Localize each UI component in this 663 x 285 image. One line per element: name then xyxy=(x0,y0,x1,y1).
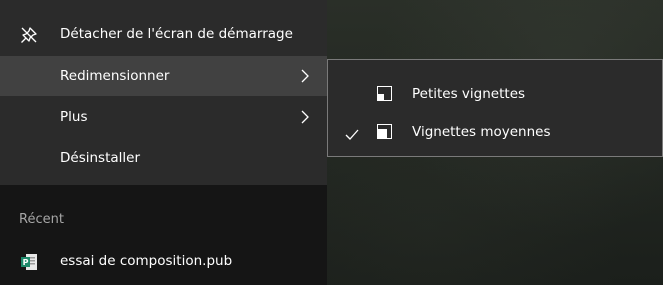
recent-file-name: essai de composition.pub xyxy=(60,253,233,269)
submenu-item-label: Petites vignettes xyxy=(412,86,526,102)
checkmark-icon xyxy=(345,126,359,140)
menu-item-more[interactable]: Plus xyxy=(0,97,327,137)
small-tile-icon xyxy=(377,86,392,101)
chevron-right-icon xyxy=(300,109,310,125)
medium-tile-icon xyxy=(377,124,392,139)
menu-item-uninstall[interactable]: Désinstaller xyxy=(0,138,327,178)
menu-item-label: Désinstaller xyxy=(60,150,140,166)
menu-item-resize[interactable]: Redimensionner xyxy=(0,56,327,96)
recent-header: Récent xyxy=(19,212,64,227)
context-menu: Détacher de l'écran de démarrage Redimen… xyxy=(0,0,327,185)
svg-text:P: P xyxy=(23,258,29,267)
chevron-right-icon xyxy=(300,68,310,84)
submenu-item-small-tiles[interactable]: Petites vignettes xyxy=(328,76,662,114)
menu-item-label: Redimensionner xyxy=(60,68,170,84)
menu-item-label: Détacher de l'écran de démarrage xyxy=(60,26,293,42)
menu-item-unpin[interactable]: Détacher de l'écran de démarrage xyxy=(0,14,327,54)
publisher-file-icon: P xyxy=(20,253,38,271)
resize-submenu: Petites vignettes Vignettes moyennes xyxy=(327,59,663,157)
menu-item-label: Plus xyxy=(60,109,88,125)
submenu-item-medium-tiles[interactable]: Vignettes moyennes xyxy=(328,114,662,152)
recent-file-item[interactable]: P essai de composition.pub xyxy=(0,245,327,281)
recent-panel: Récent P essai de composition.pub xyxy=(0,185,327,285)
submenu-item-label: Vignettes moyennes xyxy=(412,124,551,140)
unpin-icon xyxy=(20,26,38,44)
